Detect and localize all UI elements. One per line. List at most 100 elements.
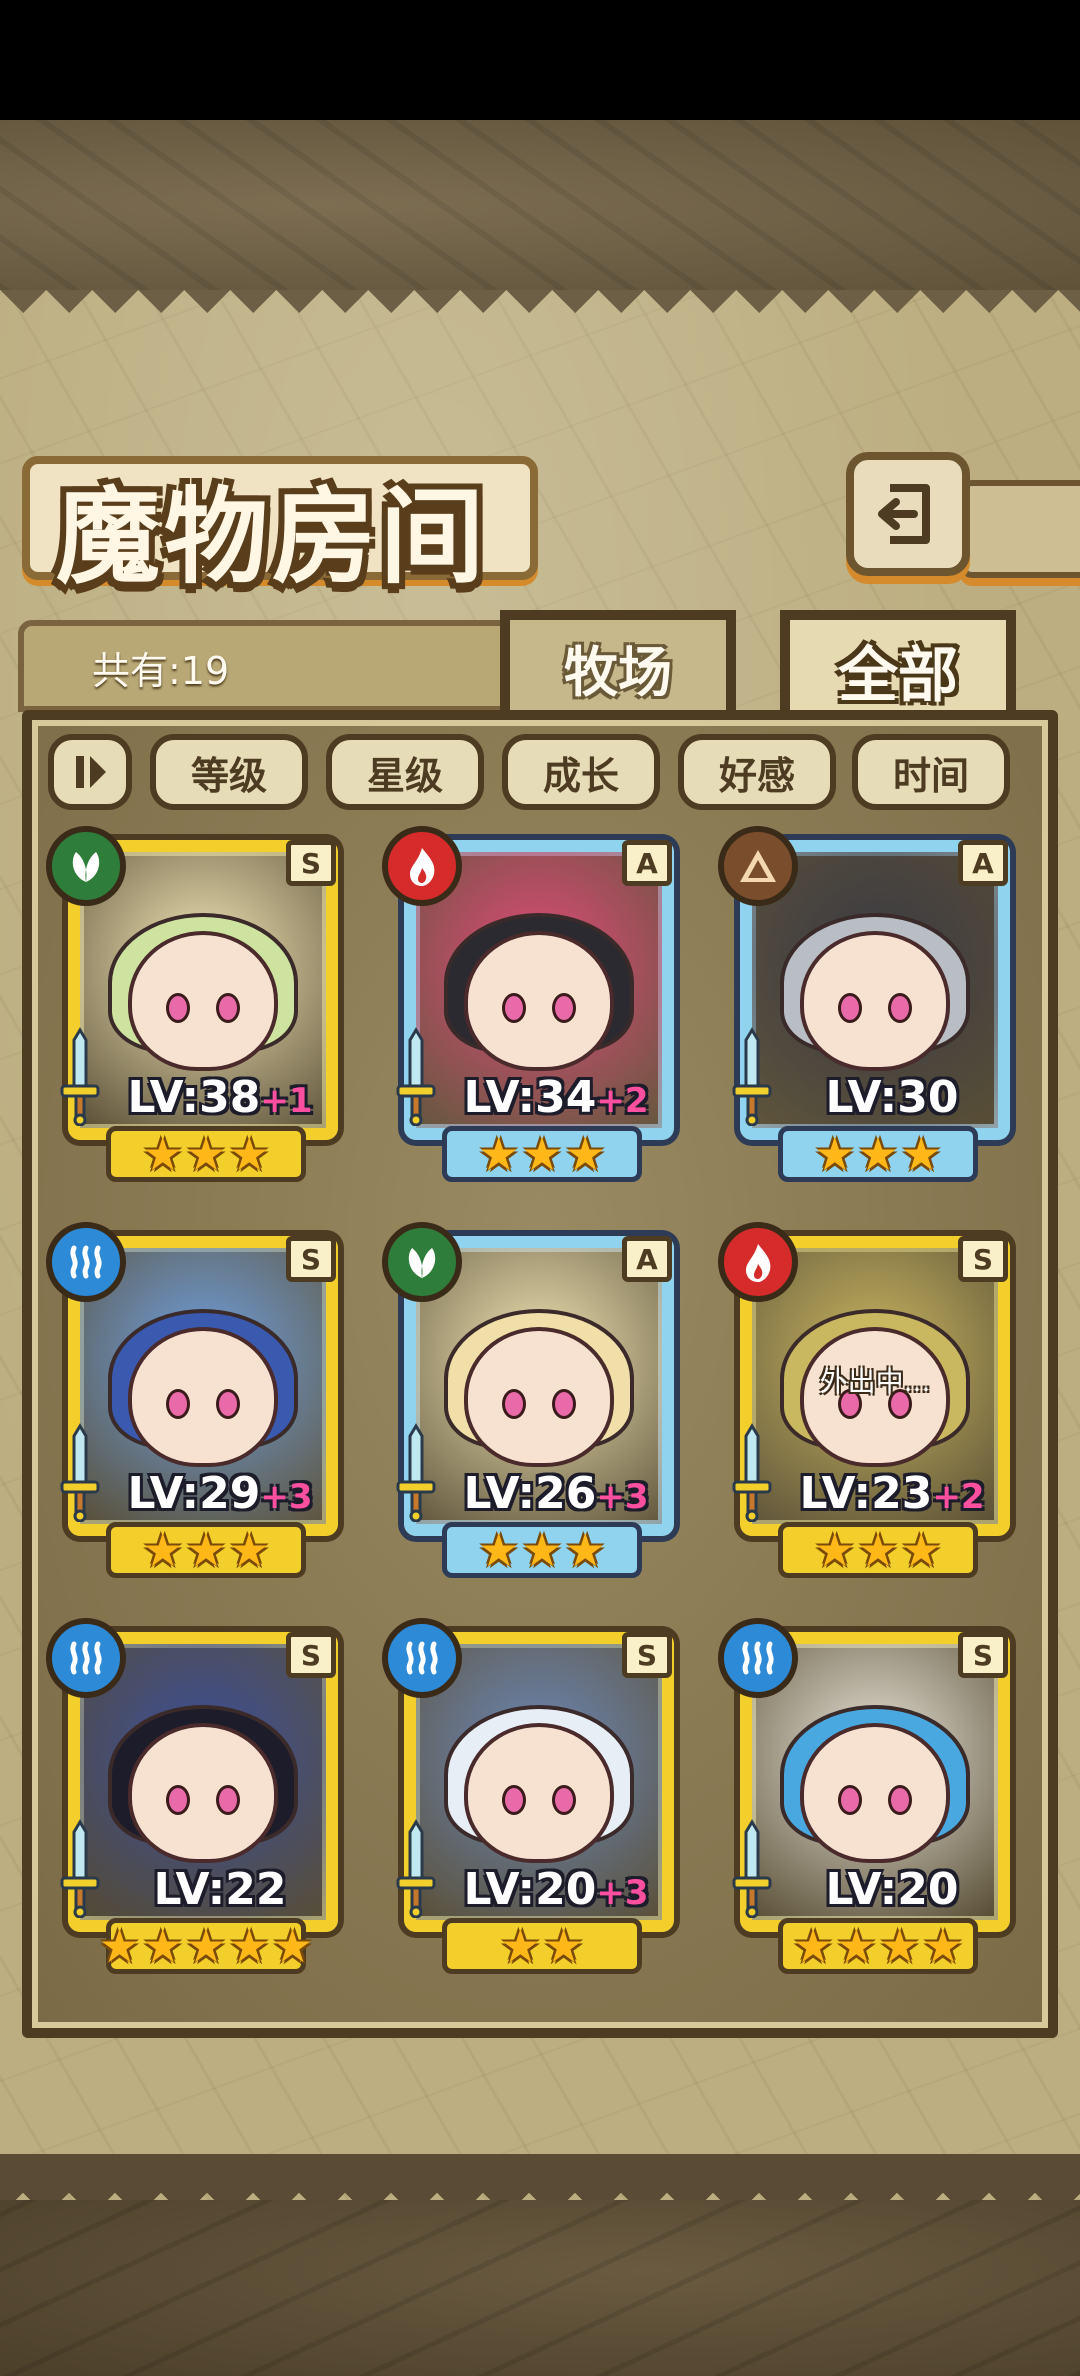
monster-level: LV:22	[102, 1864, 338, 1915]
sort-by-level-button[interactable]: 等级	[150, 734, 308, 810]
monster-grade: S	[958, 1236, 1008, 1282]
monster-card[interactable]: S LV:20+3 ★ ★	[382, 1618, 682, 1978]
tab-pasture[interactable]: 牧场	[500, 610, 736, 714]
monster-level: LV:30	[774, 1072, 1010, 1123]
eye	[552, 1785, 576, 1816]
star-icon: ★	[564, 1127, 606, 1181]
sword-icon	[60, 1027, 100, 1127]
fire-element-icon	[410, 848, 435, 886]
monster-card[interactable]: A LV:26+3 ★ ★ ★	[382, 1222, 682, 1582]
sword-icon	[60, 1423, 100, 1523]
star-icon: ★	[900, 1127, 942, 1181]
zigzag-border-top	[0, 290, 1080, 336]
sort-order-icon	[76, 756, 106, 788]
eye	[838, 1785, 862, 1816]
earth-element-icon	[740, 850, 776, 882]
level-bonus: +3	[596, 1873, 649, 1913]
grass-element-icon	[408, 1248, 436, 1278]
monster-grade: A	[622, 1236, 672, 1282]
star-icon: ★	[543, 1919, 585, 1973]
star-icon: ★	[900, 1523, 942, 1577]
grass-element-badge	[46, 826, 126, 906]
star-rating: ★ ★ ★ ★ ★	[99, 1918, 313, 1974]
tab-all[interactable]: 全部	[780, 610, 1016, 720]
water-element-badge	[46, 1618, 126, 1698]
level-bonus: +3	[596, 1477, 649, 1517]
monster-status: 外出中...	[819, 1365, 931, 1398]
star-icon: ★	[142, 1919, 184, 1973]
star-icon: ★	[835, 1919, 877, 1973]
sword-badge	[56, 1026, 104, 1127]
eye	[502, 993, 526, 1024]
monster-face	[800, 931, 950, 1072]
level-bonus: +1	[260, 1081, 313, 1121]
star-icon: ★	[857, 1127, 899, 1181]
monster-level: LV:34+2	[438, 1072, 674, 1123]
star-icon: ★	[564, 1523, 606, 1577]
sort-by-time-button[interactable]: 时间	[852, 734, 1010, 810]
star-icon: ★	[228, 1919, 270, 1973]
bottom-background	[0, 2200, 1080, 2376]
star-icon: ★	[814, 1523, 856, 1577]
star-icon: ★	[814, 1127, 856, 1181]
sword-badge	[728, 1422, 776, 1523]
back-button[interactable]	[846, 452, 970, 576]
sword-badge	[728, 1818, 776, 1919]
back-arrow-icon	[878, 484, 930, 544]
monster-grade: S	[958, 1632, 1008, 1678]
zigzag-border-bottom	[0, 2110, 1080, 2200]
level-value: LV:20	[463, 1864, 597, 1915]
eye	[216, 1389, 240, 1420]
monster-card[interactable]: A LV:30 ★ ★ ★	[718, 826, 1018, 1186]
eye	[838, 993, 862, 1024]
star-icon: ★	[499, 1919, 541, 1973]
monster-card[interactable]: 外出中... S LV:23+2 ★ ★ ★	[718, 1222, 1018, 1582]
monster-card[interactable]: S LV:20 ★ ★ ★ ★	[718, 1618, 1018, 1978]
star-rating: ★ ★ ★	[106, 1126, 306, 1182]
sort-order-button[interactable]	[48, 734, 132, 810]
star-icon: ★	[98, 1919, 141, 1973]
sword-badge	[728, 1026, 776, 1127]
level-bonus: +2	[932, 1477, 985, 1517]
monster-grade: S	[286, 1632, 336, 1678]
sort-by-star-button[interactable]: 星级	[326, 734, 484, 810]
top-background	[0, 120, 1080, 290]
star-icon: ★	[142, 1127, 184, 1181]
sword-icon	[732, 1027, 772, 1127]
total-count: 共有:19	[92, 649, 230, 693]
star-icon: ★	[792, 1919, 834, 1973]
monster-grade: A	[622, 840, 672, 886]
monster-level: LV:38+1	[102, 1072, 338, 1123]
monster-card[interactable]: A LV:34+2 ★ ★ ★	[382, 826, 682, 1186]
star-icon: ★	[271, 1919, 314, 1973]
level-value: LV:29	[127, 1468, 261, 1519]
monster-card[interactable]: S LV:29+3 ★ ★ ★	[46, 1222, 346, 1582]
sword-icon	[396, 1423, 436, 1523]
monster-level: LV:20	[774, 1864, 1010, 1915]
level-value: LV:20	[825, 1864, 959, 1915]
monster-face	[800, 1723, 950, 1864]
monster-level: LV:20+3	[438, 1864, 674, 1915]
monster-card[interactable]: S LV:38+1 ★ ★ ★	[46, 826, 346, 1186]
sword-icon	[732, 1819, 772, 1919]
monster-grade: S	[286, 840, 336, 886]
monster-face	[464, 931, 614, 1072]
fire-element-icon	[746, 1244, 771, 1282]
level-value: LV:23	[799, 1468, 933, 1519]
star-icon: ★	[922, 1919, 964, 1973]
star-icon: ★	[857, 1523, 899, 1577]
sort-by-affection-button[interactable]: 好感	[678, 734, 836, 810]
water-element-icon	[742, 1641, 774, 1675]
monster-level: LV:26+3	[438, 1468, 674, 1519]
sword-badge	[392, 1818, 440, 1919]
level-value: LV:30	[825, 1072, 959, 1123]
star-icon: ★	[521, 1523, 563, 1577]
sword-badge	[392, 1422, 440, 1523]
monster-face	[128, 1327, 278, 1468]
level-value: LV:26	[463, 1468, 597, 1519]
monster-grade: A	[958, 840, 1008, 886]
star-icon: ★	[142, 1523, 184, 1577]
sort-by-growth-button[interactable]: 成长	[502, 734, 660, 810]
sword-badge	[392, 1026, 440, 1127]
monster-card[interactable]: S LV:22 ★ ★ ★ ★ ★	[46, 1618, 346, 1978]
